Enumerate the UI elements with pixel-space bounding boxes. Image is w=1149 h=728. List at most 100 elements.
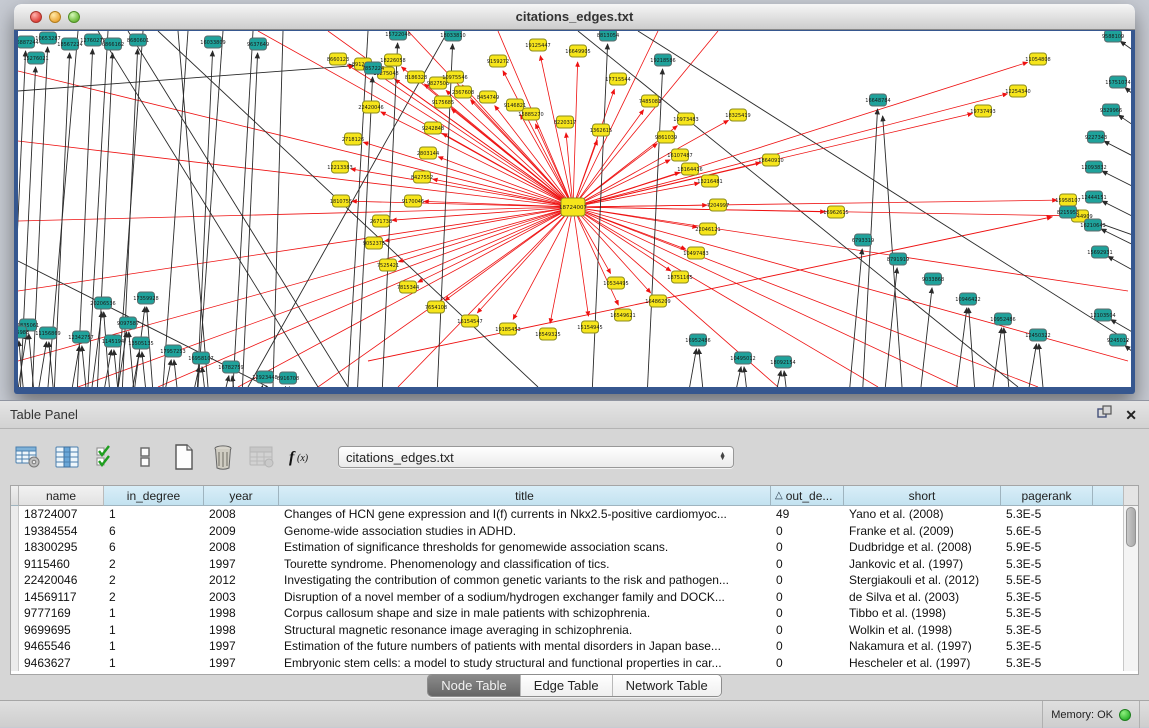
cell-in_degree[interactable]: 1	[104, 638, 204, 655]
cell-name[interactable]: 18724007	[19, 506, 104, 523]
cell-pagerank[interactable]: 5.3E-5	[1001, 655, 1093, 672]
cell-short[interactable]: Tibbo et al. (1998)	[844, 605, 1001, 622]
function-builder-icon[interactable]: f (x)	[287, 443, 315, 471]
cell-pagerank[interactable]: 5.3E-5	[1001, 556, 1093, 573]
cell-short[interactable]: Jankovic et al. (1997)	[844, 556, 1001, 573]
cell-short[interactable]: Dudbridge et al. (2008)	[844, 539, 1001, 556]
tab-node-table[interactable]: Node Table	[428, 675, 520, 696]
cell-in_degree[interactable]: 2	[104, 556, 204, 573]
cell-title[interactable]: Estimation of significance thresholds fo…	[279, 539, 771, 556]
cell-out_degree[interactable]: 0	[771, 572, 844, 589]
cell-pagerank[interactable]: 5.6E-5	[1001, 523, 1093, 540]
table-row[interactable]: 977716911998Corpus callosum shape and si…	[11, 605, 1138, 622]
table-row[interactable]: 911546021997Tourette syndrome. Phenomeno…	[11, 556, 1138, 573]
cell-year[interactable]: 2008	[204, 539, 279, 556]
network-window-titlebar[interactable]: citations_edges.txt	[14, 4, 1135, 30]
column-header-name[interactable]: name	[19, 486, 104, 506]
cell-year[interactable]: 1998	[204, 605, 279, 622]
cell-short[interactable]: Stergiakouli et al. (2012)	[844, 572, 1001, 589]
table-row[interactable]: 1830029562008Estimation of significance …	[11, 539, 1138, 556]
cell-in_degree[interactable]: 2	[104, 572, 204, 589]
cell-short[interactable]: Franke et al. (2009)	[844, 523, 1001, 540]
column-header-out_degree[interactable]: △out_de...	[771, 486, 844, 506]
cell-out_degree[interactable]: 0	[771, 638, 844, 655]
minimize-window-button[interactable]	[49, 11, 61, 23]
cell-out_degree[interactable]: 0	[771, 556, 844, 573]
cell-year[interactable]: 2003	[204, 589, 279, 606]
table-row[interactable]: 1456911722003Disruption of a novel membe…	[11, 589, 1138, 606]
cell-short[interactable]: de Silva et al. (2003)	[844, 589, 1001, 606]
vertical-scrollbar[interactable]	[1123, 506, 1138, 671]
cell-short[interactable]: Wolkin et al. (1998)	[844, 622, 1001, 639]
tab-network-table[interactable]: Network Table	[612, 675, 721, 696]
column-header-in_degree[interactable]: in_degree	[104, 486, 204, 506]
cell-in_degree[interactable]: 1	[104, 506, 204, 523]
table-row[interactable]: 1938455462009Genome-wide association stu…	[11, 523, 1138, 540]
cell-in_degree[interactable]: 1	[104, 622, 204, 639]
cell-out_degree[interactable]: 0	[771, 655, 844, 672]
tab-edge-table[interactable]: Edge Table	[520, 675, 612, 696]
float-panel-icon[interactable]	[1097, 401, 1113, 429]
cell-pagerank[interactable]: 5.3E-5	[1001, 638, 1093, 655]
cell-in_degree[interactable]: 1	[104, 655, 204, 672]
cell-title[interactable]: Estimation of the future numbers of pati…	[279, 638, 771, 655]
close-panel-icon[interactable]: ✕	[1125, 408, 1137, 422]
table-row[interactable]: 969969511998Structural magnetic resonanc…	[11, 622, 1138, 639]
cell-title[interactable]: Tourette syndrome. Phenomenology and cla…	[279, 556, 771, 573]
table-row[interactable]: 1872400712008Changes of HCN gene express…	[11, 506, 1138, 523]
cell-name[interactable]: 19384554	[19, 523, 104, 540]
cell-name[interactable]: 14569117	[19, 589, 104, 606]
cell-out_degree[interactable]: 0	[771, 605, 844, 622]
checklist-icon[interactable]	[92, 443, 120, 471]
cell-name[interactable]: 18300295	[19, 539, 104, 556]
cell-title[interactable]: Embryonic stem cells: a model to study s…	[279, 655, 771, 672]
cell-year[interactable]: 1997	[204, 655, 279, 672]
cell-name[interactable]: 9777169	[19, 605, 104, 622]
network-canvas[interactable]: 8660123891295518226058182750488186328982…	[18, 31, 1131, 387]
cell-out_degree[interactable]: 0	[771, 539, 844, 556]
cell-pagerank[interactable]: 5.9E-5	[1001, 539, 1093, 556]
cell-out_degree[interactable]: 49	[771, 506, 844, 523]
cell-out_degree[interactable]: 0	[771, 589, 844, 606]
cell-title[interactable]: Structural magnetic resonance image aver…	[279, 622, 771, 639]
cell-in_degree[interactable]: 6	[104, 523, 204, 540]
cell-in_degree[interactable]: 2	[104, 589, 204, 606]
cell-title[interactable]: Investigating the contribution of common…	[279, 572, 771, 589]
cell-title[interactable]: Disruption of a novel member of a sodium…	[279, 589, 771, 606]
cell-short[interactable]: Hescheler et al. (1997)	[844, 655, 1001, 672]
cell-in_degree[interactable]: 6	[104, 539, 204, 556]
column-header-year[interactable]: year	[204, 486, 279, 506]
cell-name[interactable]: 9699695	[19, 622, 104, 639]
cell-year[interactable]: 2009	[204, 523, 279, 540]
column-chooser-icon[interactable]	[53, 443, 81, 471]
zoom-window-button[interactable]	[68, 11, 80, 23]
cell-title[interactable]: Changes of HCN gene expression and I(f) …	[279, 506, 771, 523]
cell-short[interactable]: Yano et al. (2008)	[844, 506, 1001, 523]
column-header-pagerank[interactable]: pagerank	[1001, 486, 1093, 506]
cell-year[interactable]: 2012	[204, 572, 279, 589]
column-header-short[interactable]: short	[844, 486, 1001, 506]
cell-in_degree[interactable]: 1	[104, 605, 204, 622]
cell-name[interactable]: 9115460	[19, 556, 104, 573]
table-selector-dropdown[interactable]: citations_edges.txt ▲▼	[338, 446, 734, 468]
cell-pagerank[interactable]: 5.3E-5	[1001, 506, 1093, 523]
table-row[interactable]: 946554611997Estimation of the future num…	[11, 638, 1138, 655]
close-window-button[interactable]	[30, 11, 42, 23]
cell-year[interactable]: 2008	[204, 506, 279, 523]
cell-title[interactable]: Genome-wide association studies in ADHD.	[279, 523, 771, 540]
cell-title[interactable]: Corpus callosum shape and size in male p…	[279, 605, 771, 622]
delete-table-icon[interactable]	[209, 443, 237, 471]
cell-year[interactable]: 1997	[204, 638, 279, 655]
rows-icon[interactable]	[131, 443, 159, 471]
cell-pagerank[interactable]: 5.5E-5	[1001, 572, 1093, 589]
cell-name[interactable]: 9463627	[19, 655, 104, 672]
table-row[interactable]: 946362711997Embryonic stem cells: a mode…	[11, 655, 1138, 672]
cell-out_degree[interactable]: 0	[771, 622, 844, 639]
scrollbar-thumb[interactable]	[1126, 507, 1136, 547]
new-table-icon[interactable]	[170, 443, 198, 471]
cell-out_degree[interactable]: 0	[771, 523, 844, 540]
cell-short[interactable]: Nakamura et al. (1997)	[844, 638, 1001, 655]
cell-year[interactable]: 1998	[204, 622, 279, 639]
cell-year[interactable]: 1997	[204, 556, 279, 573]
cell-pagerank[interactable]: 5.3E-5	[1001, 605, 1093, 622]
